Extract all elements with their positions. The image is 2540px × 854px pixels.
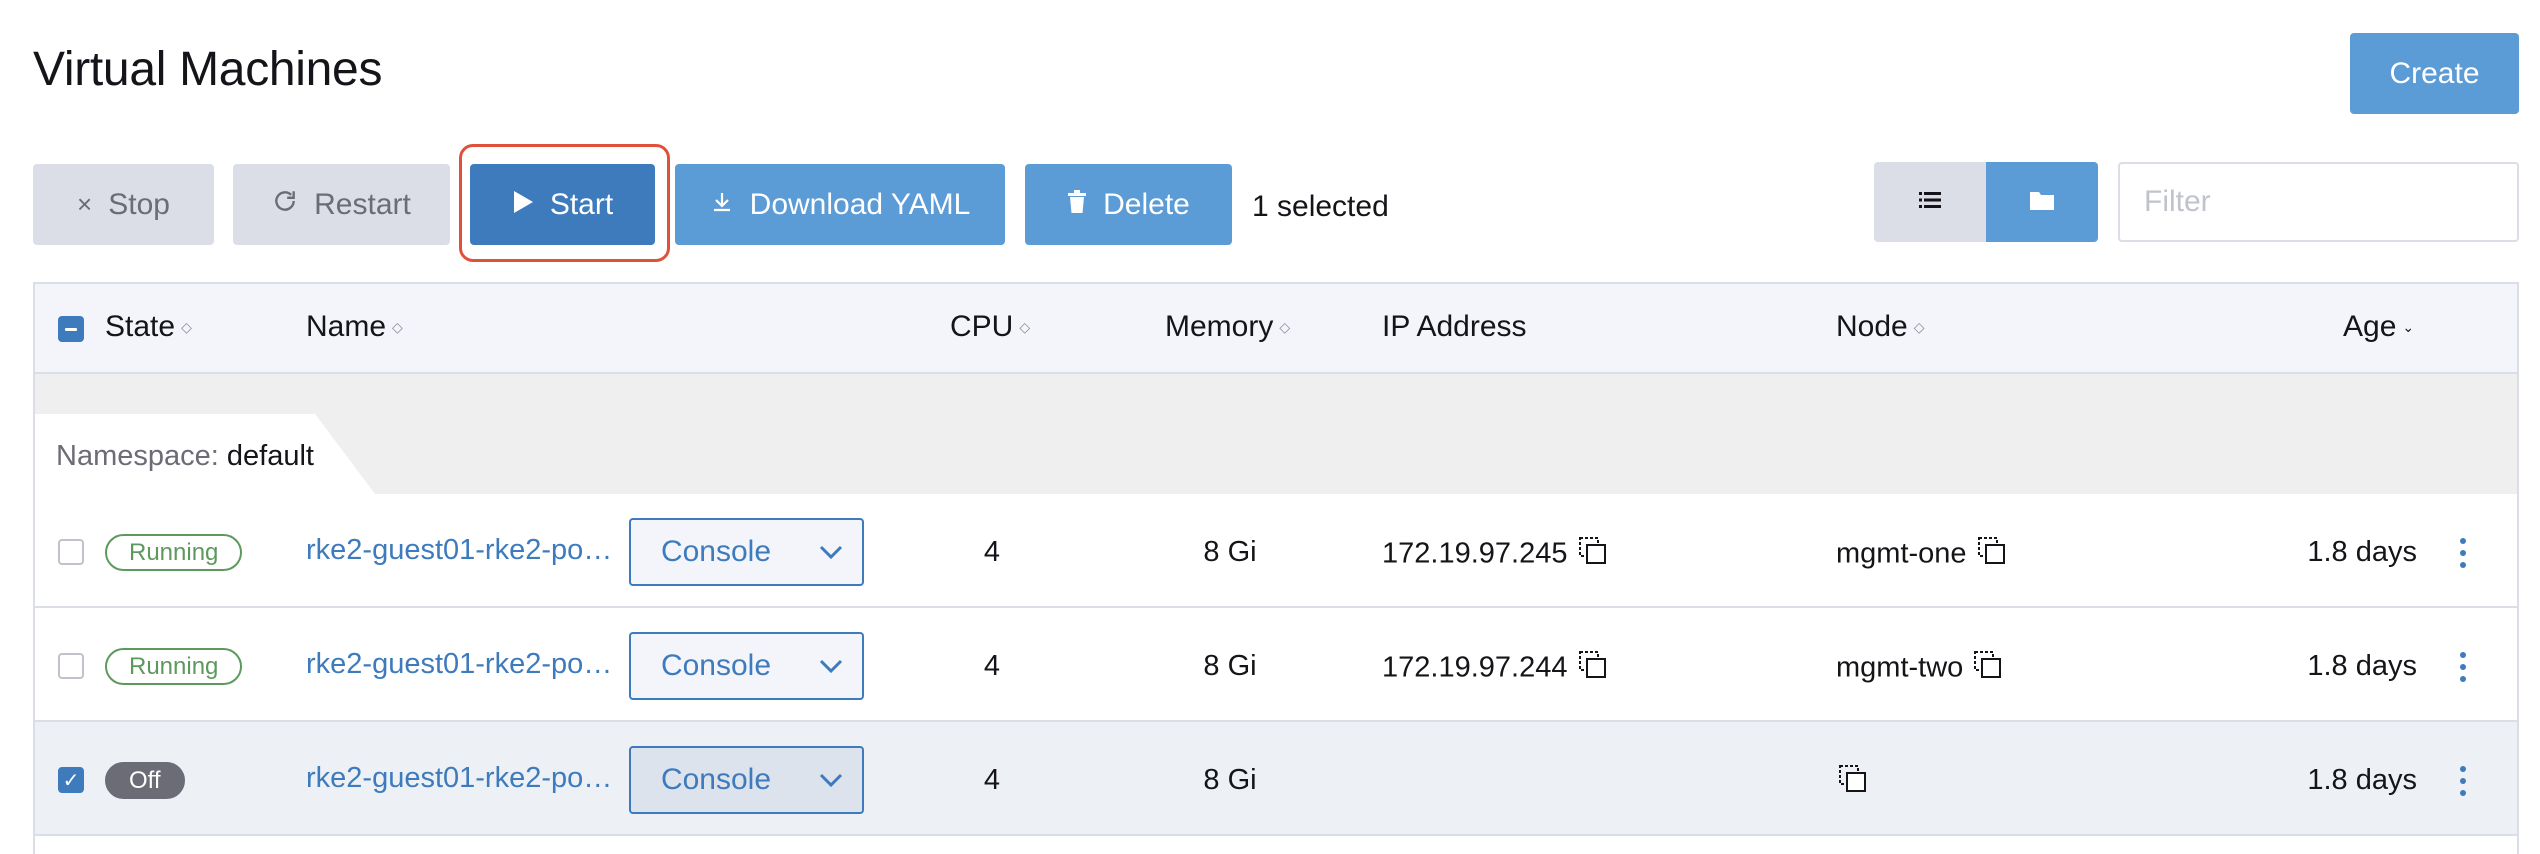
download-yaml-label: Download YAML xyxy=(749,187,971,221)
start-label: Start xyxy=(549,187,614,221)
close-icon: × xyxy=(77,189,93,219)
console-dropdown[interactable]: Console xyxy=(629,632,864,700)
memory-value: 8 Gi xyxy=(1203,536,1257,568)
age-value: 1.8 days xyxy=(2307,536,2417,568)
column-header-name[interactable]: Name ◇ xyxy=(306,310,403,344)
column-header-ip-address: IP Address xyxy=(1382,310,1527,343)
row-checkbox[interactable] xyxy=(58,539,84,565)
vm-table: State ◇ Name ◇ CPU ◇ Memory ◇ IP Address… xyxy=(33,282,2519,854)
column-header-cpu[interactable]: CPU ◇ xyxy=(950,310,1030,344)
column-header-state[interactable]: State ◇ xyxy=(105,310,192,344)
table-header: State ◇ Name ◇ CPU ◇ Memory ◇ IP Address… xyxy=(35,282,2517,374)
console-button[interactable]: Console xyxy=(631,763,801,797)
console-dropdown[interactable]: Console xyxy=(629,746,864,814)
refresh-icon xyxy=(272,188,298,222)
console-dropdown[interactable]: Console xyxy=(629,518,864,586)
download-yaml-button[interactable]: Download YAML xyxy=(675,164,1005,245)
view-toggle xyxy=(1874,162,2098,242)
filter-input[interactable] xyxy=(2118,162,2519,242)
sort-icon: ◇ xyxy=(1913,319,1925,335)
sort-icon: ◇ xyxy=(1019,319,1031,335)
group-view-button[interactable] xyxy=(1986,162,2098,242)
status-badge: Running xyxy=(105,534,243,571)
vm-name-link[interactable]: rke2-guest01-rke2-pool… xyxy=(306,762,626,795)
select-all-checkbox[interactable] xyxy=(58,316,84,342)
column-header-node[interactable]: Node ◇ xyxy=(1836,310,1925,344)
age-value: 1.8 days xyxy=(2307,650,2417,682)
cpu-value: 4 xyxy=(983,764,1001,796)
copy-icon[interactable] xyxy=(1838,764,1868,802)
ip-address-value: 172.19.97.244 xyxy=(1382,651,1568,684)
row-checkbox[interactable]: ✓ xyxy=(58,767,84,793)
row-checkbox[interactable] xyxy=(58,653,84,679)
selected-count: 1 selected xyxy=(1252,190,1389,223)
trash-icon xyxy=(1067,188,1087,222)
namespace-group-label: Namespace: default xyxy=(56,440,314,473)
chevron-down-icon[interactable] xyxy=(801,545,861,559)
sort-desc-icon: ⌄ xyxy=(2402,319,2415,335)
column-header-memory[interactable]: Memory ◇ xyxy=(1165,310,1290,344)
memory-value: 8 Gi xyxy=(1203,764,1257,796)
chevron-down-icon[interactable] xyxy=(801,773,861,787)
kebab-menu-icon[interactable] xyxy=(2459,538,2467,568)
stop-label: Stop xyxy=(108,187,170,221)
list-view-button[interactable] xyxy=(1874,162,1986,242)
copy-icon[interactable] xyxy=(1578,650,1608,688)
cpu-value: 4 xyxy=(983,536,1001,568)
vm-name-link[interactable]: rke2-guest01-rke2-pool… xyxy=(306,534,626,567)
delete-button[interactable]: Delete xyxy=(1025,164,1232,245)
sort-icon: ◇ xyxy=(392,319,403,335)
vm-name-link[interactable]: rke2-guest01-rke2-pool… xyxy=(306,648,626,681)
cpu-value: 4 xyxy=(983,650,1001,682)
namespace-name: default xyxy=(226,440,314,472)
console-button[interactable]: Console xyxy=(631,535,801,569)
copy-icon[interactable] xyxy=(1973,650,2003,688)
table-row[interactable]: Running rke2-guest01-rke2-pool… Console … xyxy=(35,608,2517,722)
sort-icon: ◇ xyxy=(1279,319,1291,335)
restart-button[interactable]: Restart xyxy=(233,164,450,245)
node-value: mgmt-one xyxy=(1836,537,1967,570)
ip-address-value: 172.19.97.245 xyxy=(1382,537,1568,570)
memory-value: 8 Gi xyxy=(1203,650,1257,682)
page-title: Virtual Machines xyxy=(33,43,383,96)
table-row[interactable]: ✓ Off rke2-guest01-rke2-pool… Console 4 … xyxy=(35,722,2517,836)
table-row[interactable]: Running rke2-guest01-rke2-pool… Console … xyxy=(35,494,2517,608)
stop-button[interactable]: × Stop xyxy=(33,164,214,245)
start-button[interactable]: Start xyxy=(470,164,655,245)
node-cell: mgmt-one xyxy=(1836,536,2007,574)
chevron-down-icon[interactable] xyxy=(801,659,861,673)
ip-address-cell: 172.19.97.244 xyxy=(1382,650,1608,688)
create-button[interactable]: Create xyxy=(2350,33,2519,114)
sort-icon: ◇ xyxy=(181,319,192,335)
namespace-group-band: Namespace: default xyxy=(35,374,2517,494)
folder-icon xyxy=(2030,190,2054,215)
node-value: mgmt-two xyxy=(1836,651,1964,684)
download-icon xyxy=(710,188,734,222)
restart-label: Restart xyxy=(314,187,411,221)
age-value: 1.8 days xyxy=(2307,764,2417,796)
play-icon xyxy=(512,188,534,222)
namespace-prefix: Namespace: xyxy=(56,440,219,472)
node-cell: mgmt-two xyxy=(1836,650,2003,688)
copy-icon[interactable] xyxy=(1977,536,2007,574)
ip-address-cell: 172.19.97.245 xyxy=(1382,536,1608,574)
kebab-menu-icon[interactable] xyxy=(2459,766,2467,796)
copy-icon[interactable] xyxy=(1578,536,1608,574)
list-icon xyxy=(1919,191,1941,214)
console-button[interactable]: Console xyxy=(631,649,801,683)
status-badge: Running xyxy=(105,648,243,685)
column-header-age[interactable]: Age ⌄ xyxy=(2343,310,2414,344)
kebab-menu-icon[interactable] xyxy=(2459,652,2467,682)
status-badge: Off xyxy=(105,762,185,799)
node-cell xyxy=(1836,764,1868,802)
delete-label: Delete xyxy=(1103,187,1190,221)
